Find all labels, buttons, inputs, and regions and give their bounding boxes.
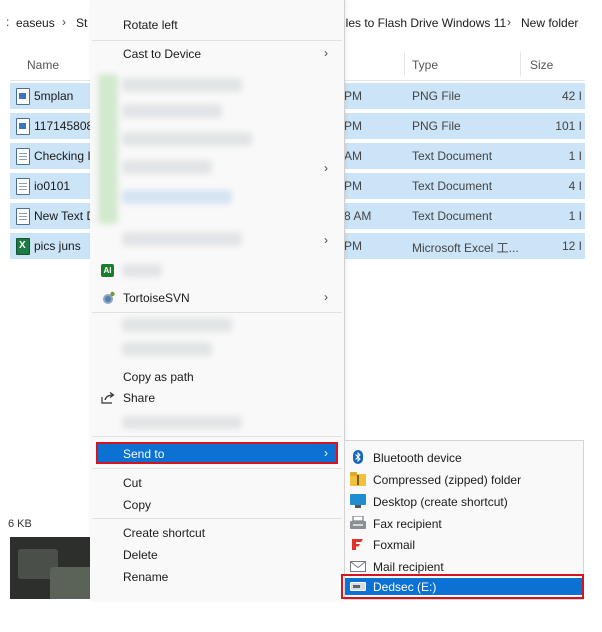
submenu-item-compressed-folder[interactable]: Compressed (zipped) folder [373, 473, 521, 487]
breadcrumb-item-new-folder[interactable]: New folder [521, 16, 578, 30]
fax-icon [350, 516, 366, 529]
blurred-menu-item[interactable] [122, 160, 212, 174]
breadcrumb-item-folder-2[interactable]: iles to Flash Drive Windows 11 [343, 16, 506, 30]
breadcrumb-chevron-icon: › [507, 15, 511, 29]
column-divider[interactable] [404, 52, 405, 76]
foxmail-icon [352, 539, 363, 550]
chevron-right-icon: › [324, 46, 328, 60]
column-header-name[interactable]: Name [27, 58, 59, 72]
file-size: 101 I [555, 119, 582, 133]
text-file-icon [16, 148, 30, 165]
menu-item-create-shortcut[interactable]: Create shortcut [123, 526, 205, 540]
blurred-menu-item[interactable] [122, 104, 222, 118]
submenu-item-bluetooth[interactable]: Bluetooth device [373, 451, 462, 465]
file-size: 1 I [568, 149, 582, 163]
desktop-icon [350, 494, 366, 508]
submenu-item-desktop-shortcut[interactable]: Desktop (create shortcut) [373, 495, 508, 509]
file-date-modified: PM [344, 119, 362, 133]
file-type: Text Document [412, 209, 493, 223]
image-file-icon [16, 118, 30, 135]
menu-separator [92, 518, 342, 519]
file-size: 12 I [561, 239, 582, 253]
menu-item-rename[interactable]: Rename [123, 570, 168, 584]
file-date-modified: PM [344, 89, 362, 103]
blurred-menu-item[interactable] [122, 190, 232, 204]
menu-item-delete[interactable]: Delete [123, 548, 158, 562]
column-header-type[interactable]: Type [412, 58, 438, 72]
blurred-menu-item[interactable] [122, 342, 212, 356]
blurred-menu-item[interactable] [122, 78, 242, 92]
file-type: Text Document [412, 149, 493, 163]
tortoisesvn-icon [103, 291, 115, 304]
share-icon [101, 392, 115, 404]
file-type: PNG File [412, 119, 461, 133]
menu-item-cut[interactable]: Cut [123, 476, 142, 490]
column-divider[interactable] [520, 52, 521, 76]
zip-folder-icon [350, 472, 366, 486]
mail-icon [350, 561, 366, 572]
breadcrumb-item-easeus[interactable]: easeus [16, 16, 55, 30]
breadcrumb-overflow-icon[interactable]: : [6, 15, 9, 29]
file-date-modified: AM [344, 149, 362, 163]
menu-separator [92, 468, 342, 469]
menu-item-cast-to-device[interactable]: Cast to Device [123, 47, 201, 61]
blurred-menu-item[interactable] [122, 232, 242, 246]
file-name: 5mplan [34, 89, 74, 103]
context-menu: Rotate left Cast to Device › › › AI Tort… [90, 0, 345, 600]
annotation-highlight-box [341, 574, 584, 599]
file-name: New Text D [34, 209, 96, 223]
menu-item-copy-as-path[interactable]: Copy as path [123, 370, 194, 384]
chevron-right-icon: › [324, 233, 328, 247]
excel-file-icon [16, 238, 30, 255]
file-date-modified: PM [344, 179, 362, 193]
column-header-size[interactable]: Size [530, 58, 553, 72]
preview-thumbnail [10, 537, 90, 599]
bluetooth-icon [353, 450, 363, 464]
menu-separator [92, 312, 342, 313]
menu-separator [92, 40, 342, 41]
menu-item-share[interactable]: Share [123, 391, 155, 405]
file-size: 4 I [568, 179, 582, 193]
breadcrumb-chevron-icon: › [62, 15, 66, 29]
selection-size-status: 6 KB [8, 518, 32, 530]
blurred-menu-item[interactable] [122, 318, 232, 332]
file-name: io0101 [34, 179, 71, 193]
submenu-item-foxmail[interactable]: Foxmail [373, 538, 415, 552]
annotation-highlight-box [96, 442, 338, 464]
ai-app-icon: AI [101, 264, 114, 277]
menu-item-copy[interactable]: Copy [123, 498, 151, 512]
file-name: 117145808 [34, 119, 94, 133]
file-date-modified: 8 AM [344, 209, 372, 223]
file-type: PNG File [412, 89, 461, 103]
blurred-menu-item[interactable] [122, 264, 162, 277]
chevron-right-icon: › [324, 290, 328, 304]
file-date-modified: PM [344, 239, 362, 253]
blurred-icon-column [98, 74, 118, 224]
file-size: 42 I [561, 89, 582, 103]
file-size: 1 I [568, 209, 582, 223]
file-name: Checking I [34, 149, 91, 163]
blurred-menu-item[interactable] [122, 416, 242, 429]
file-type: Text Document [412, 179, 493, 193]
text-file-icon [16, 208, 30, 225]
chevron-right-icon: › [324, 161, 328, 175]
blurred-menu-item[interactable] [122, 132, 252, 146]
menu-item-tortoisesvn[interactable]: TortoiseSVN [123, 291, 190, 305]
menu-item-rotate-left[interactable]: Rotate left [123, 18, 178, 32]
file-type: Microsoft Excel 工... [412, 241, 519, 255]
submenu-item-mail-recipient[interactable]: Mail recipient [373, 560, 444, 574]
text-file-icon [16, 178, 30, 195]
menu-separator [92, 436, 342, 437]
breadcrumb-item-folder[interactable]: St [76, 16, 87, 30]
image-file-icon [16, 88, 30, 105]
file-name: pics juns [34, 239, 81, 253]
submenu-item-fax-recipient[interactable]: Fax recipient [373, 517, 442, 531]
